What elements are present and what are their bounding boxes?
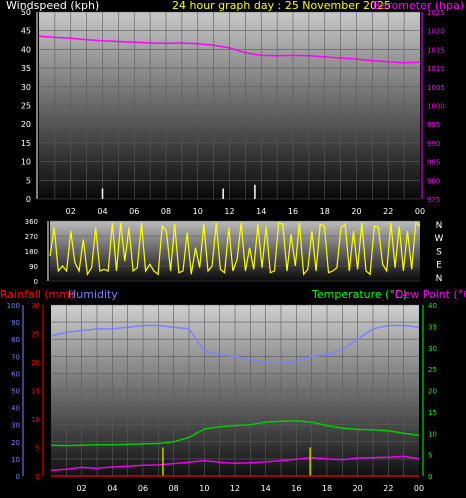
humidity-y-tick: 30 bbox=[11, 422, 20, 430]
rain-y-tick: 15 bbox=[31, 388, 40, 396]
dir-y-tick: 0 bbox=[34, 278, 38, 286]
compass-label: W bbox=[435, 234, 444, 244]
x-tick-label: 02 bbox=[77, 484, 87, 493]
temp-y-tick: 35 bbox=[428, 323, 437, 331]
humidity-y-tick: 40 bbox=[11, 405, 20, 413]
wind-y-tick: 45 bbox=[21, 27, 31, 36]
rain-y-tick: 5 bbox=[36, 445, 40, 453]
x-tick-label: 06 bbox=[129, 207, 139, 216]
weather-graph: 50 45 40 35 30 25 20 15 10 5 0 1025 1020 1015 1010 1005… bbox=[0, 0, 466, 498]
humidity-y-tick: 50 bbox=[11, 388, 20, 396]
baro-y-tick: 990 bbox=[427, 140, 440, 148]
humidity-y-tick: 20 bbox=[11, 439, 20, 447]
wind-y-tick: 25 bbox=[21, 102, 31, 111]
rain-y-tick: 10 bbox=[31, 416, 40, 424]
baro-y-tick: 985 bbox=[427, 159, 440, 167]
wind-y-tick: 15 bbox=[21, 139, 31, 148]
wind-y-tick: 40 bbox=[21, 45, 31, 54]
x-tick-label: 20 bbox=[353, 484, 363, 493]
humidity-y-tick: 10 bbox=[11, 456, 20, 464]
chart-title: 24 hour graph day : 25 November 2025 bbox=[172, 0, 392, 12]
humidity-y-tick: 90 bbox=[11, 319, 20, 327]
baro-y-tick: 1000 bbox=[427, 103, 445, 111]
baro-y-tick: 975 bbox=[427, 196, 440, 204]
temp-y-tick: 10 bbox=[428, 430, 437, 438]
x-tick-label: 10 bbox=[199, 484, 209, 493]
wind-y-tick: 30 bbox=[21, 83, 31, 92]
compass-label: N bbox=[436, 221, 443, 231]
x-tick-label: 08 bbox=[161, 207, 171, 216]
x-tick-label: 12 bbox=[224, 207, 234, 216]
rainfall-label: Rainfall (mm) bbox=[0, 288, 75, 301]
humidity-y-tick: 70 bbox=[11, 353, 20, 361]
wind-y-tick: 5 bbox=[26, 176, 31, 185]
rain-y-tick: 25 bbox=[31, 331, 40, 339]
x-tick-label: 00 bbox=[415, 207, 425, 216]
x-tick-label: 16 bbox=[288, 207, 298, 216]
x-tick-label: 04 bbox=[107, 484, 117, 493]
wind-y-tick: 20 bbox=[21, 120, 31, 129]
x-tick-label: 14 bbox=[261, 484, 271, 493]
temp-y-tick: 40 bbox=[428, 302, 437, 310]
temp-y-tick: 15 bbox=[428, 409, 437, 417]
humidity-y-tick: 100 bbox=[7, 302, 20, 310]
compass-label: S bbox=[436, 247, 442, 257]
rain-y-tick: 20 bbox=[31, 359, 40, 367]
baro-y-tick: 1015 bbox=[427, 46, 445, 54]
temp-y-tick: 30 bbox=[428, 345, 437, 353]
temp-y-tick: 25 bbox=[428, 366, 437, 374]
humidity-y-tick: 0 bbox=[16, 473, 20, 481]
baro-y-tick: 1010 bbox=[427, 65, 445, 73]
humidity-y-tick: 60 bbox=[11, 370, 20, 378]
x-tick-label: 12 bbox=[230, 484, 240, 493]
wind-y-tick: 0 bbox=[26, 195, 31, 204]
x-tick-label: 14 bbox=[256, 207, 266, 216]
temperature-label: Temperature (°C) bbox=[312, 288, 407, 301]
x-tick-label: 10 bbox=[193, 207, 203, 216]
x-tick-label: 16 bbox=[291, 484, 301, 493]
x-tick-label: 22 bbox=[383, 207, 393, 216]
wind-y-tick: 10 bbox=[21, 158, 31, 167]
dewpoint-label: Dew Point (°C) bbox=[395, 288, 466, 301]
temp-y-tick: 0 bbox=[428, 473, 432, 481]
x-tick-label: 04 bbox=[97, 207, 107, 216]
baro-y-tick: 1005 bbox=[427, 84, 445, 92]
dir-y-tick: 360 bbox=[25, 218, 38, 226]
baro-y-tick: 1020 bbox=[427, 28, 445, 36]
x-tick-label: 18 bbox=[322, 484, 332, 493]
baro-y-tick: 980 bbox=[427, 177, 440, 185]
compass-label: N bbox=[436, 274, 443, 284]
barometer-label: Barometer (hpa) bbox=[373, 0, 465, 12]
humidity-y-tick: 80 bbox=[11, 336, 20, 344]
temp-y-tick: 20 bbox=[428, 388, 437, 396]
windspeed-label: Windspeed (kph) bbox=[6, 0, 100, 12]
x-tick-label: 22 bbox=[383, 484, 393, 493]
humidity-label: Humidity bbox=[68, 288, 118, 301]
x-tick-label: 18 bbox=[320, 207, 330, 216]
x-tick-label: 02 bbox=[66, 207, 76, 216]
x-tick-label: 08 bbox=[169, 484, 179, 493]
dir-y-tick: 180 bbox=[25, 248, 38, 256]
rain-y-tick: 0 bbox=[36, 473, 40, 481]
dir-y-tick: 90 bbox=[29, 263, 38, 271]
chart-canvas: 5045403530252015105010251020101510101005… bbox=[7, 8, 445, 493]
wind-y-tick: 35 bbox=[21, 64, 31, 73]
x-tick-label: 00 bbox=[414, 484, 424, 493]
temp-y-tick: 5 bbox=[428, 452, 432, 460]
rain-y-tick: 30 bbox=[31, 302, 40, 310]
dir-y-tick: 270 bbox=[25, 233, 38, 241]
baro-y-tick: 995 bbox=[427, 121, 440, 129]
x-tick-label: 06 bbox=[138, 484, 148, 493]
compass-label: E bbox=[436, 261, 442, 271]
x-tick-label: 20 bbox=[351, 207, 361, 216]
